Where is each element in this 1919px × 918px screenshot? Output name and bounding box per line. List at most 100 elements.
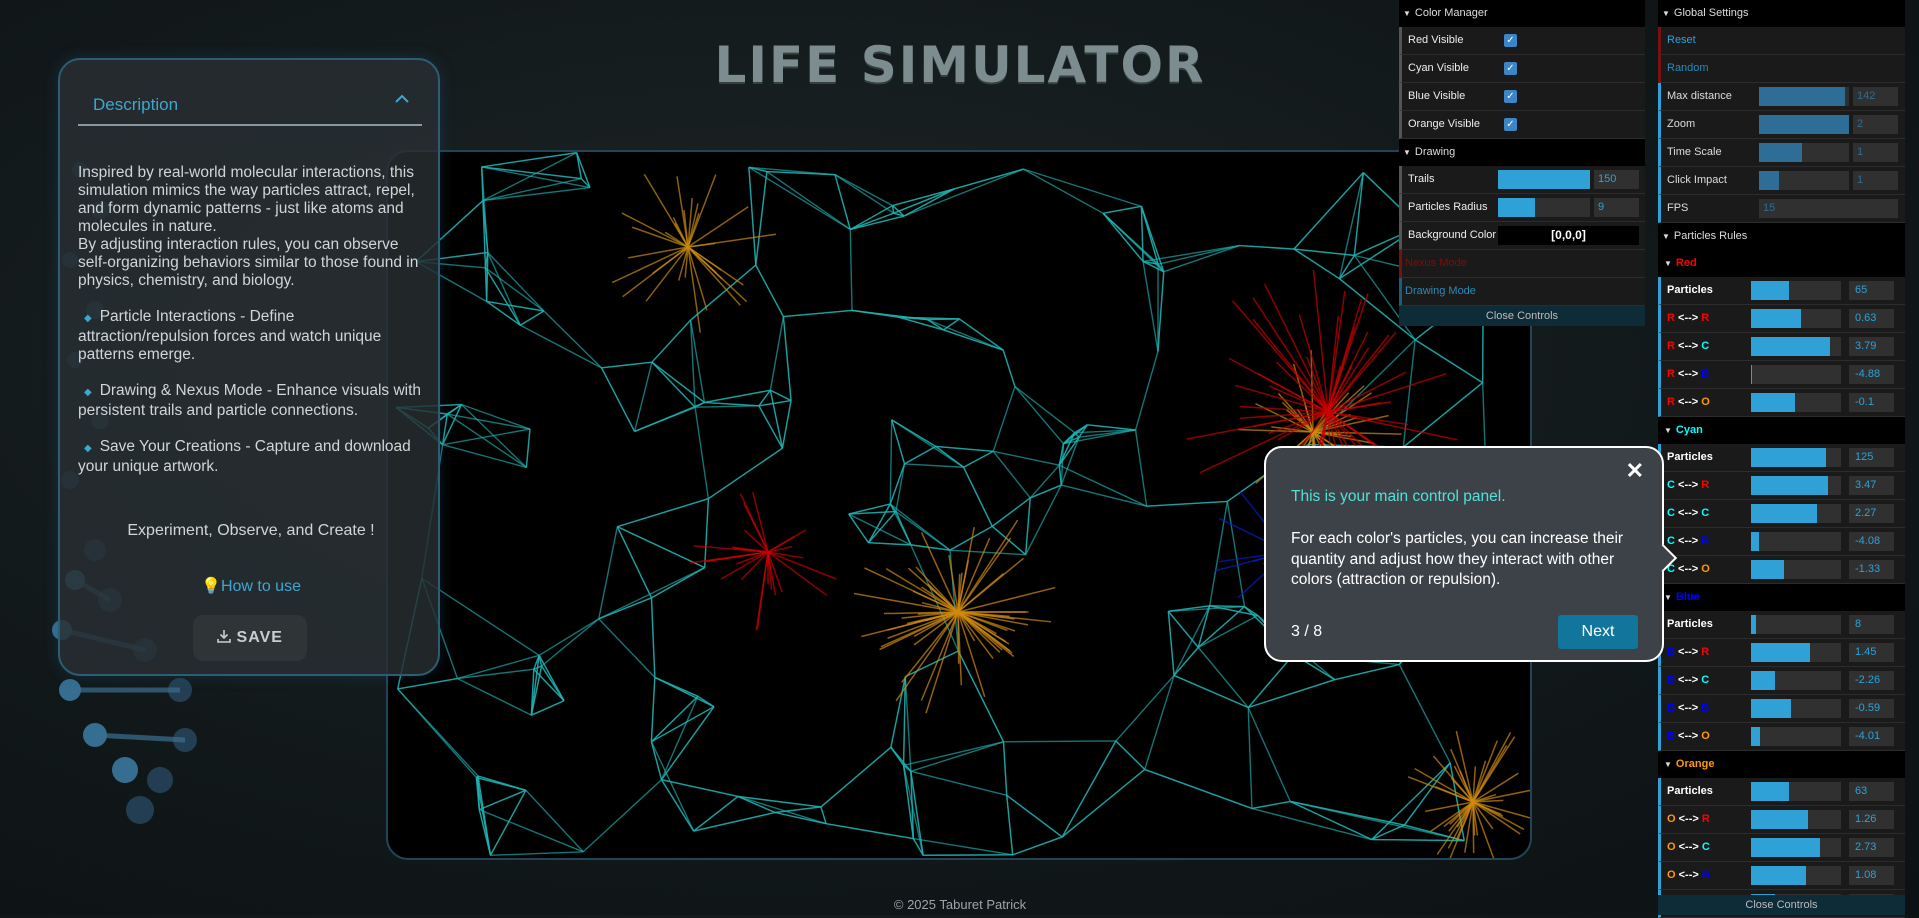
global-settings-header[interactable]: ▼Global Settings — [1658, 0, 1905, 27]
rule-slider[interactable] — [1751, 671, 1841, 690]
rules-group-header[interactable]: ▼Orange — [1658, 751, 1905, 778]
rule-slider[interactable] — [1751, 365, 1841, 384]
reset-button[interactable]: Reset — [1658, 27, 1905, 55]
cyan-visible-checkbox[interactable]: ✓ — [1504, 62, 1517, 75]
diamond-icon: ◆ — [84, 313, 92, 324]
click-impact-slider[interactable] — [1759, 171, 1849, 190]
arrow-icon: <--> — [1679, 841, 1699, 853]
max-distance-slider[interactable] — [1759, 87, 1849, 106]
rules-group-header[interactable]: ▼Blue — [1658, 584, 1905, 611]
rule-slider[interactable] — [1751, 393, 1841, 412]
trails-value[interactable]: 150 — [1594, 170, 1639, 189]
rule-value[interactable]: 65 — [1849, 281, 1894, 300]
rule-value[interactable]: 3.79 — [1849, 337, 1894, 356]
time-scale-slider[interactable] — [1759, 143, 1849, 162]
rule-value[interactable]: 2.73 — [1849, 838, 1894, 857]
drawing-header[interactable]: ▼Drawing — [1399, 139, 1645, 166]
rule-slider[interactable] — [1751, 643, 1841, 662]
rule-value[interactable]: -2.26 — [1849, 671, 1894, 690]
rule-value[interactable]: 125 — [1849, 448, 1894, 467]
to-letter: B — [1701, 535, 1709, 547]
rule-value[interactable]: 2.27 — [1849, 504, 1894, 523]
arrow-icon: <--> — [1678, 563, 1698, 575]
rule-slider[interactable] — [1751, 866, 1841, 885]
background-color-input[interactable]: [0,0,0] — [1498, 226, 1639, 245]
how-to-use-link[interactable]: 💡How to use — [60, 576, 442, 596]
orange-visible-checkbox[interactable]: ✓ — [1504, 118, 1517, 131]
zoom-slider[interactable] — [1759, 115, 1849, 134]
rule-row: B <--> O-4.01 — [1658, 723, 1905, 751]
particles-radius-value[interactable]: 9 — [1594, 198, 1639, 217]
rule-value[interactable]: -4.88 — [1849, 365, 1894, 384]
cyan-visible-row[interactable]: Cyan Visible✓ — [1399, 55, 1645, 83]
rule-value[interactable]: 8 — [1849, 615, 1894, 634]
section-title: Particles Rules — [1674, 230, 1747, 242]
row-label: Particles — [1667, 778, 1713, 805]
click-impact-value[interactable]: 1 — [1853, 171, 1898, 190]
rule-value[interactable]: 1.08 — [1849, 866, 1894, 885]
rule-value[interactable]: -1.33 — [1849, 560, 1894, 579]
arrow-icon: <--> — [1678, 646, 1698, 658]
row-label: B <--> B — [1667, 695, 1709, 722]
random-button[interactable]: Random — [1658, 55, 1905, 83]
particles-radius-slider[interactable] — [1498, 198, 1590, 217]
rule-slider[interactable] — [1751, 838, 1841, 857]
rule-value[interactable]: 3.47 — [1849, 476, 1894, 495]
rules-group-header[interactable]: ▼Cyan — [1658, 417, 1905, 444]
rule-value[interactable]: 1.45 — [1849, 643, 1894, 662]
description-header[interactable]: Description — [78, 70, 422, 126]
rule-value[interactable]: 0.63 — [1849, 309, 1894, 328]
rule-slider[interactable] — [1751, 532, 1841, 551]
orange-visible-row[interactable]: Orange Visible✓ — [1399, 111, 1645, 139]
trails-slider[interactable] — [1498, 170, 1590, 189]
rule-slider[interactable] — [1751, 615, 1841, 634]
rule-slider[interactable] — [1751, 810, 1841, 829]
rule-value[interactable]: 1.26 — [1849, 810, 1894, 829]
red-visible-row[interactable]: Red Visible✓ — [1399, 27, 1645, 55]
particles-rules-header[interactable]: ▼Particles Rules — [1658, 223, 1905, 250]
chevron-up-icon[interactable] — [394, 92, 414, 112]
lightbulb-icon: 💡 — [201, 578, 221, 595]
rule-row: O <--> B1.08 — [1658, 862, 1905, 890]
rule-slider[interactable] — [1751, 476, 1841, 495]
drawing-mode-button[interactable]: Drawing Mode — [1399, 278, 1645, 306]
rule-slider[interactable] — [1751, 504, 1841, 523]
rule-value[interactable]: -0.59 — [1849, 699, 1894, 718]
rule-row: R <--> C3.79 — [1658, 333, 1905, 361]
rule-value[interactable]: -0.1 — [1849, 393, 1894, 412]
max-distance-value[interactable]: 142 — [1853, 87, 1898, 106]
close-icon[interactable]: ✕ — [1626, 458, 1644, 484]
close-controls-button[interactable]: Close Controls — [1658, 895, 1905, 915]
rule-slider[interactable] — [1751, 337, 1841, 356]
rule-row: C <--> B-4.08 — [1658, 528, 1905, 556]
rule-slider[interactable] — [1751, 560, 1841, 579]
to-letter: O — [1701, 730, 1710, 742]
close-controls-button[interactable]: Close Controls — [1399, 306, 1645, 326]
time-scale-value[interactable]: 1 — [1853, 143, 1898, 162]
slider-fill — [1751, 476, 1828, 495]
red-visible-checkbox[interactable]: ✓ — [1504, 34, 1517, 47]
row-label: Reset — [1667, 27, 1696, 54]
rules-group-header[interactable]: ▼Red — [1658, 250, 1905, 277]
rule-value[interactable]: 63 — [1849, 782, 1894, 801]
nexus-mode-button[interactable]: Nexus Mode — [1399, 250, 1645, 278]
save-button[interactable]: SAVE — [193, 615, 307, 661]
color-manager-header[interactable]: ▼Color Manager — [1399, 0, 1645, 27]
fps-value[interactable]: 15 — [1759, 199, 1898, 218]
rule-slider[interactable] — [1751, 727, 1841, 746]
row-label: Max distance — [1667, 83, 1732, 110]
blue-visible-row[interactable]: Blue Visible✓ — [1399, 83, 1645, 111]
slider-fill — [1759, 171, 1779, 190]
rule-slider[interactable] — [1751, 699, 1841, 718]
rule-value[interactable]: -4.08 — [1849, 532, 1894, 551]
rule-slider[interactable] — [1751, 782, 1841, 801]
zoom-value[interactable]: 2 — [1853, 115, 1898, 134]
next-button[interactable]: Next — [1558, 615, 1638, 649]
to-letter: R — [1701, 646, 1709, 658]
rule-slider[interactable] — [1751, 309, 1841, 328]
rule-slider[interactable] — [1751, 281, 1841, 300]
blue-visible-checkbox[interactable]: ✓ — [1504, 90, 1517, 103]
rule-value[interactable]: -4.01 — [1849, 727, 1894, 746]
row-label: R <--> B — [1667, 361, 1709, 388]
rule-slider[interactable] — [1751, 448, 1841, 467]
